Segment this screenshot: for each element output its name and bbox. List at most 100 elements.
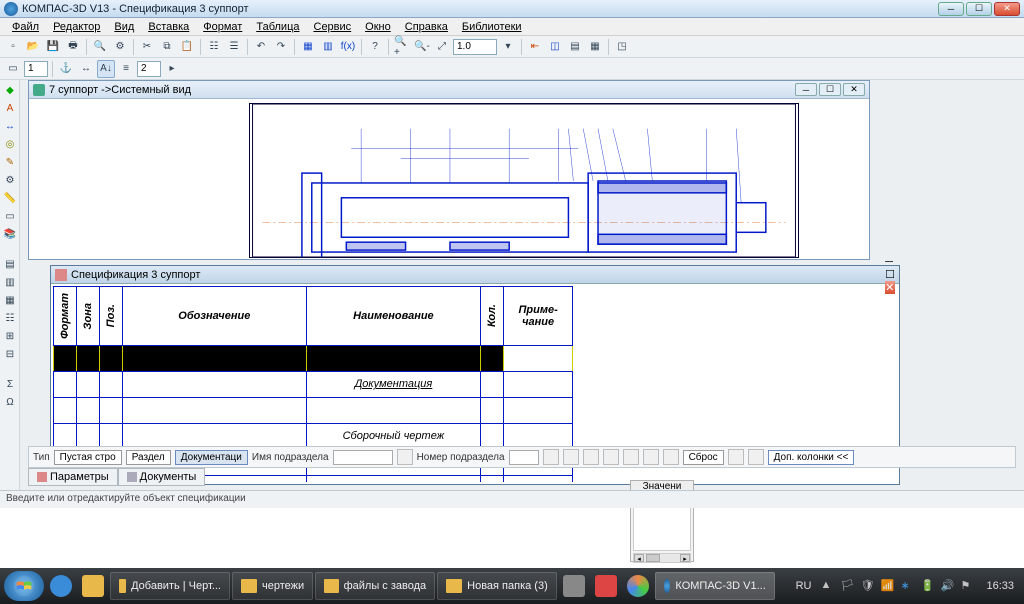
menu-table[interactable]: Таблица xyxy=(250,20,305,34)
vt-spec1-icon[interactable]: ▤ xyxy=(2,256,18,272)
vt-sel-icon[interactable]: ▭ xyxy=(2,208,18,224)
clock[interactable]: 16:33 xyxy=(980,580,1020,592)
cut-icon[interactable]: ✂ xyxy=(138,38,156,56)
lang-indicator[interactable]: RU xyxy=(793,578,815,594)
vt-sigma-icon[interactable]: Σ xyxy=(2,376,18,392)
p4-icon[interactable] xyxy=(623,449,639,465)
save-icon[interactable]: 💾 xyxy=(44,38,62,56)
pin-explorer[interactable] xyxy=(78,572,108,600)
tray-shield-icon[interactable]: 🛡 xyxy=(860,579,874,593)
empty-row-button[interactable]: Пустая стро xyxy=(54,450,122,465)
table-row[interactable] xyxy=(54,397,573,423)
paste-icon[interactable]: 📋 xyxy=(178,38,196,56)
tag-icon[interactable]: ▭ xyxy=(4,60,22,78)
zoom-input[interactable] xyxy=(453,39,497,55)
drawing-min-button[interactable]: ─ xyxy=(795,83,817,96)
table-row[interactable]: Документация xyxy=(54,371,573,397)
menu-view[interactable]: Вид xyxy=(108,20,140,34)
p8-icon[interactable] xyxy=(748,449,764,465)
nav4-icon[interactable]: ▦ xyxy=(586,38,604,56)
pin-chrome[interactable] xyxy=(623,572,653,600)
fx-icon[interactable]: f(x) xyxy=(339,38,357,56)
tab-params[interactable]: Параметры xyxy=(28,468,118,486)
pin-ie[interactable] xyxy=(46,572,76,600)
vt-text-icon[interactable]: A xyxy=(2,100,18,116)
preview-icon[interactable]: 🔍 xyxy=(91,38,109,56)
table-row[interactable] xyxy=(54,345,573,371)
zoom-out-icon[interactable]: 🔍- xyxy=(413,38,431,56)
p3-icon[interactable] xyxy=(603,449,619,465)
subname-input[interactable] xyxy=(333,450,393,465)
nav1-icon[interactable]: ⇤ xyxy=(526,38,544,56)
blue1-icon[interactable]: ▦ xyxy=(299,38,317,56)
task-kompas[interactable]: КОМПАС-3D V1... xyxy=(655,572,775,600)
tree-icon[interactable]: ☰ xyxy=(225,38,243,56)
menu-libraries[interactable]: Библиотеки xyxy=(456,20,528,34)
value-panel-scroll[interactable]: ◂ ▸ xyxy=(633,553,691,563)
drawing-close-button[interactable]: ✕ xyxy=(843,83,865,96)
documentation-button[interactable]: Документаци xyxy=(175,450,248,465)
vt-spec2-icon[interactable]: ▥ xyxy=(2,274,18,290)
print-icon[interactable]: 🖶 xyxy=(64,38,82,56)
tab-docs[interactable]: Документы xyxy=(118,468,206,486)
menu-insert[interactable]: Вставка xyxy=(142,20,195,34)
drawing-canvas[interactable] xyxy=(249,103,799,258)
vt-omega-icon[interactable]: Ω xyxy=(2,394,18,410)
tray-icon[interactable]: ▲ xyxy=(820,579,834,593)
spec-max-button[interactable]: ☐ xyxy=(885,268,895,281)
new-icon[interactable]: ▫ xyxy=(4,38,22,56)
start-button[interactable] xyxy=(4,571,44,601)
reset-button[interactable]: Сброс xyxy=(683,450,724,465)
undo-icon[interactable]: ↶ xyxy=(252,38,270,56)
p6-icon[interactable] xyxy=(663,449,679,465)
tool-icon[interactable]: ⚙ xyxy=(111,38,129,56)
vt-edit-icon[interactable]: ✎ xyxy=(2,154,18,170)
menu-format[interactable]: Формат xyxy=(197,20,248,34)
p5-icon[interactable] xyxy=(643,449,659,465)
p2-icon[interactable] xyxy=(583,449,599,465)
vt-dim-icon[interactable]: ↔ xyxy=(2,118,18,134)
tray-bt-icon[interactable]: ∗ xyxy=(900,579,914,593)
tray-net-icon[interactable]: 📶 xyxy=(880,579,894,593)
scroll-right-icon[interactable]: ▸ xyxy=(680,554,690,562)
menu-edit[interactable]: Редактор xyxy=(47,20,106,34)
open-icon[interactable]: 📂 xyxy=(24,38,42,56)
task-item[interactable]: файлы с завода xyxy=(315,572,435,600)
menu-service[interactable]: Сервис xyxy=(307,20,357,34)
tray-flag-icon[interactable]: 🏳 xyxy=(840,579,854,593)
nav2-icon[interactable]: ◫ xyxy=(546,38,564,56)
num1-input[interactable] xyxy=(24,61,48,77)
scroll-left-icon[interactable]: ◂ xyxy=(634,554,644,562)
vt-spec5-icon[interactable]: ⊞ xyxy=(2,328,18,344)
close-button[interactable]: ✕ xyxy=(994,2,1020,16)
task-item[interactable]: Новая папка (3) xyxy=(437,572,557,600)
vt-spec4-icon[interactable]: ☷ xyxy=(2,310,18,326)
vt-lib-icon[interactable]: 📚 xyxy=(2,226,18,242)
nav3-icon[interactable]: ▤ xyxy=(566,38,584,56)
vt-view-icon[interactable]: ◎ xyxy=(2,136,18,152)
vt-param-icon[interactable]: ⚙ xyxy=(2,172,18,188)
task-item[interactable]: Добавить | Черт... xyxy=(110,572,230,600)
maximize-button[interactable]: ☐ xyxy=(966,2,992,16)
list-icon[interactable]: ≡ xyxy=(117,60,135,78)
tray-action-icon[interactable]: ⚑ xyxy=(960,579,974,593)
step-icon[interactable]: ▸ xyxy=(163,60,181,78)
spin-icon[interactable] xyxy=(543,449,559,465)
subnum-input[interactable] xyxy=(509,450,539,465)
minimize-button[interactable]: ─ xyxy=(938,2,964,16)
tray-vol-icon[interactable]: 🔊 xyxy=(940,579,954,593)
p7-icon[interactable] xyxy=(728,449,744,465)
scroll-thumb[interactable] xyxy=(646,554,660,562)
vt-spec3-icon[interactable]: ▦ xyxy=(2,292,18,308)
dim-icon[interactable]: ↔ xyxy=(77,60,95,78)
tray-bat-icon[interactable]: 🔋 xyxy=(920,579,934,593)
redo-icon[interactable]: ↷ xyxy=(272,38,290,56)
vt-spec6-icon[interactable]: ⊟ xyxy=(2,346,18,362)
task-item[interactable]: чертежи xyxy=(232,572,313,600)
anchor-icon[interactable]: ⚓ xyxy=(57,60,75,78)
win-icon[interactable]: ◳ xyxy=(613,38,631,56)
vt-geom-icon[interactable]: ◆ xyxy=(2,82,18,98)
menu-file[interactable]: Файл xyxy=(6,20,45,34)
vt-meas-icon[interactable]: 📏 xyxy=(2,190,18,206)
zoom-in-icon[interactable]: 🔍+ xyxy=(393,38,411,56)
